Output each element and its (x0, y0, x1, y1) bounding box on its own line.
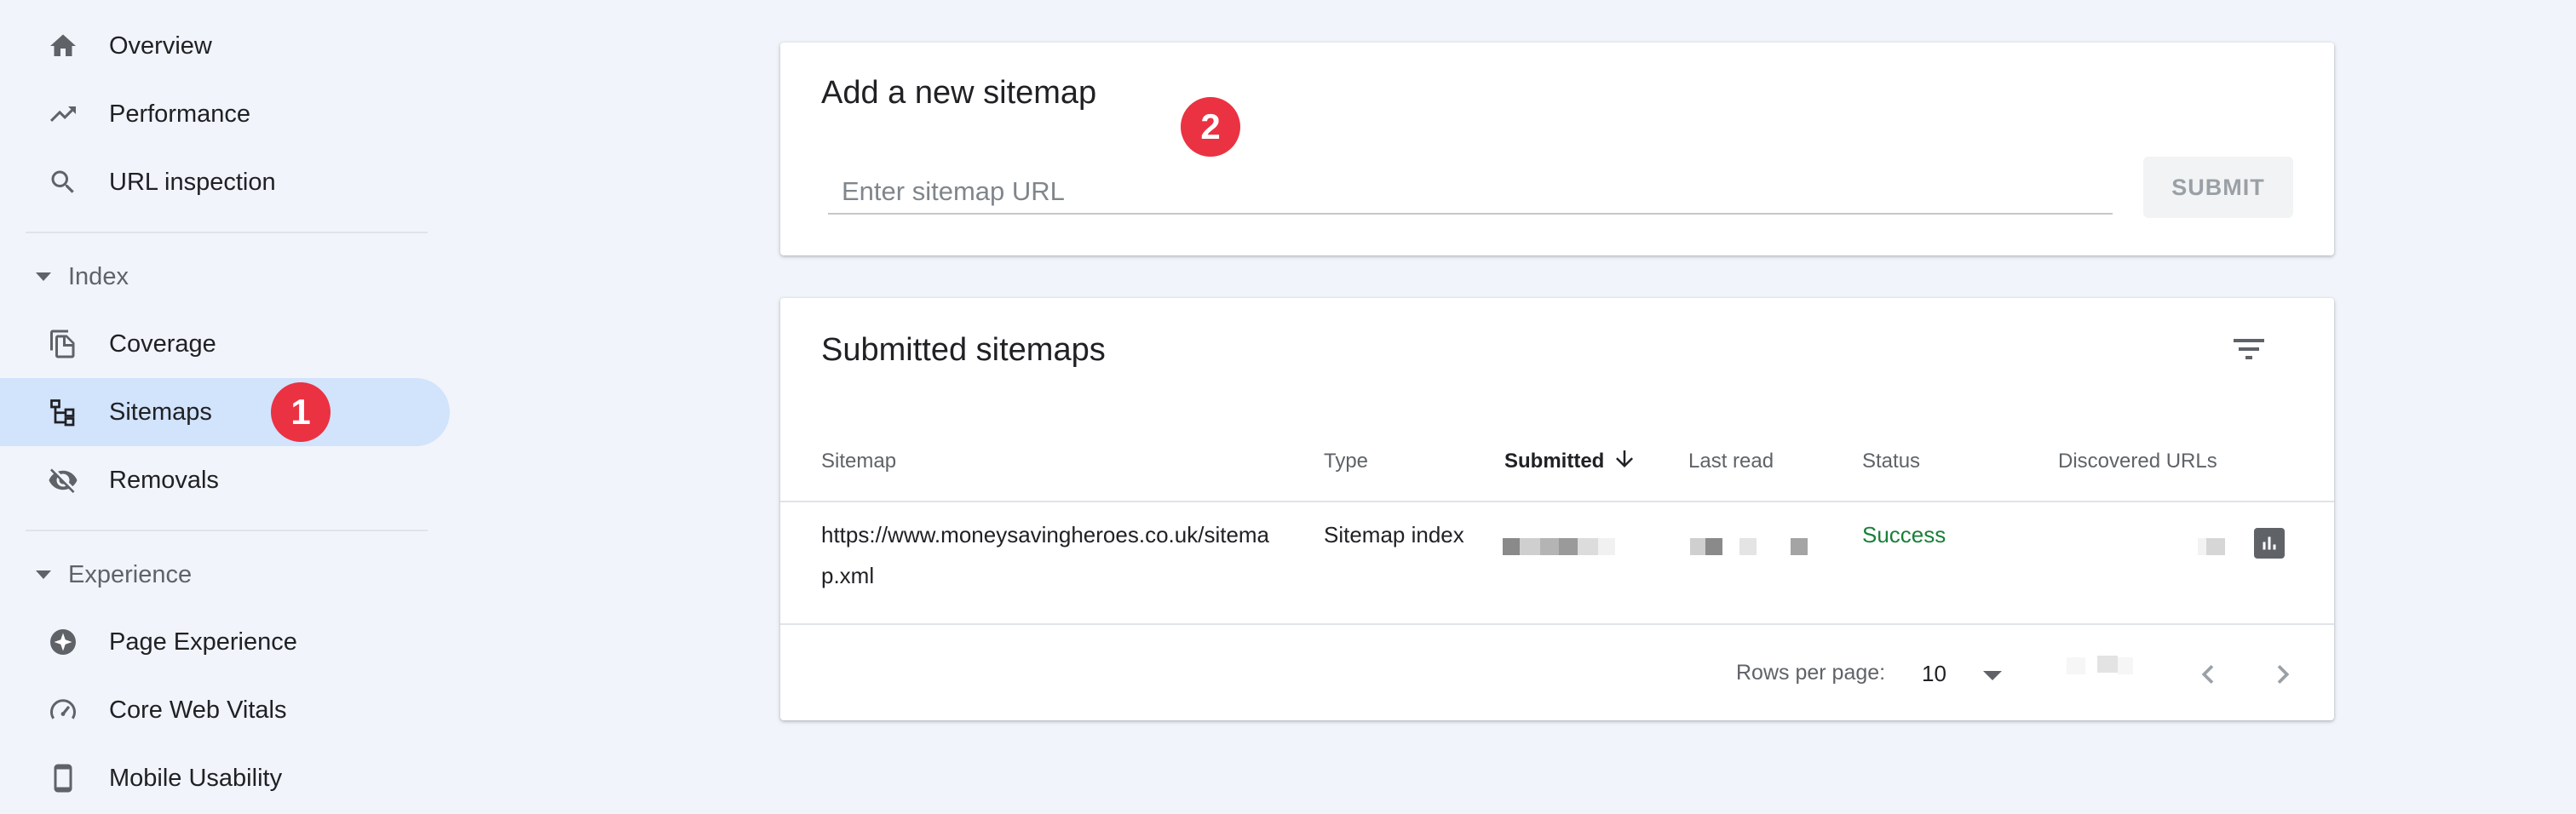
column-header-sitemap[interactable]: Sitemap (821, 450, 896, 473)
sidebar-item-removals[interactable]: Removals (0, 446, 450, 514)
filter-icon[interactable] (2228, 329, 2269, 370)
table-header-divider (780, 501, 2334, 502)
caret-down-icon (36, 570, 51, 579)
sidebar: Overview Performance URL inspection Inde… (0, 0, 477, 814)
sidebar-divider (26, 232, 428, 233)
sitemap-url-cell: https://www.moneysavingheroes.co.uk/site… (821, 522, 1270, 547)
home-icon (48, 31, 78, 61)
column-header-type[interactable]: Type (1324, 450, 1368, 473)
section-toggle-index[interactable]: Index (0, 247, 450, 307)
table-footer-divider (780, 623, 2334, 625)
sidebar-item-label: Page Experience (109, 628, 297, 656)
view-report-button[interactable] (2254, 528, 2285, 559)
caret-down-icon (36, 272, 51, 281)
add-sitemap-title: Add a new sitemap (821, 75, 1097, 111)
sitemap-url-cell-wrap: p.xml (821, 563, 875, 588)
annotation-badge-1: 1 (271, 382, 331, 442)
sidebar-item-url-inspection[interactable]: URL inspection (0, 148, 450, 216)
sidebar-item-label: Mobile Usability (109, 764, 283, 792)
column-header-status[interactable]: Status (1862, 450, 1920, 473)
submit-button[interactable]: SUBMIT (2143, 157, 2293, 218)
rows-per-page-label: Rows per page: (1736, 661, 1886, 685)
next-page-button[interactable] (2264, 656, 2302, 693)
copy-pages-icon (48, 329, 78, 359)
submitted-sitemaps-card: Submitted sitemaps Sitemap Type Submitte… (780, 298, 2334, 720)
dropdown-arrow-icon (1983, 671, 2002, 680)
sidebar-item-core-web-vitals[interactable]: Core Web Vitals (0, 676, 450, 744)
status-badge: Success (1862, 522, 1946, 547)
sitemap-icon (48, 397, 78, 427)
section-toggle-experience[interactable]: Experience (0, 545, 450, 605)
sidebar-divider (26, 530, 428, 531)
phone-icon (48, 763, 78, 794)
sidebar-item-label: Sitemaps (109, 398, 212, 426)
rows-per-page-select[interactable]: 10 (1922, 652, 2024, 695)
sort-arrow-down-icon[interactable] (1612, 446, 1637, 472)
eye-off-icon (48, 465, 78, 496)
sidebar-item-sitemaps[interactable]: Sitemaps (0, 378, 450, 446)
annotation-badge-2: 2 (1181, 97, 1240, 157)
previous-page-button[interactable] (2189, 656, 2227, 693)
gauge-icon (48, 695, 78, 725)
sidebar-item-coverage[interactable]: Coverage (0, 310, 450, 378)
sidebar-item-label: Overview (109, 32, 212, 60)
sidebar-item-page-experience[interactable]: Page Experience (0, 608, 450, 676)
column-header-discovered-urls[interactable]: Discovered URLs (2058, 450, 2217, 473)
sidebar-item-label: Coverage (109, 330, 216, 358)
sidebar-item-label: Core Web Vitals (109, 696, 287, 724)
sidebar-item-mobile-usability[interactable]: Mobile Usability (0, 744, 450, 812)
sitemap-type-cell: Sitemap index (1324, 522, 1464, 547)
add-sitemap-card: Add a new sitemap SUBMIT (780, 43, 2334, 255)
sidebar-item-label: Performance (109, 100, 251, 128)
page-experience-icon (48, 627, 78, 657)
sidebar-item-performance[interactable]: Performance (0, 80, 450, 148)
section-label: Experience (68, 560, 193, 588)
sidebar-item-overview[interactable]: Overview (0, 12, 450, 80)
sitemap-url-input[interactable] (828, 170, 2113, 215)
column-header-last-read[interactable]: Last read (1688, 450, 1774, 473)
search-icon (48, 167, 78, 198)
sidebar-item-label: Removals (109, 466, 219, 494)
section-label: Index (68, 262, 129, 290)
rows-per-page-value: 10 (1922, 661, 1946, 686)
column-header-submitted[interactable]: Submitted (1504, 450, 1604, 473)
sidebar-item-label: URL inspection (109, 168, 276, 196)
bar-chart-icon (2263, 536, 2276, 550)
trending-up-icon (48, 99, 78, 129)
submitted-sitemaps-title: Submitted sitemaps (821, 332, 1106, 368)
